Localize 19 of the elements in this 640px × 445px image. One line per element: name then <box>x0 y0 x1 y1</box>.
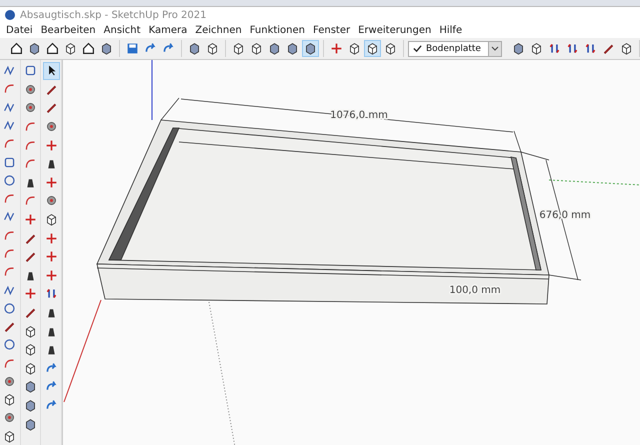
house-icon[interactable] <box>8 40 25 57</box>
cube-icon[interactable] <box>364 40 381 57</box>
menu-item[interactable]: Erweiterungen <box>354 25 436 36</box>
house-icon[interactable] <box>80 40 97 57</box>
menu-item[interactable]: Bearbeiten <box>36 25 100 36</box>
dimension-label: 100,0 mm <box>449 285 501 296</box>
menu-item[interactable]: Hilfe <box>435 25 466 36</box>
tag-dropdown[interactable]: Bodenplatte <box>408 40 502 56</box>
menu-item[interactable]: Funktionen <box>246 25 310 36</box>
cursor-icon[interactable] <box>42 62 60 80</box>
menu-item[interactable]: Zeichnen <box>191 25 246 36</box>
app-logo-icon <box>5 10 15 20</box>
window-title: Absaugtisch.skp - SketchUp Pro 2021 <box>20 10 206 20</box>
box-icon[interactable] <box>302 40 319 57</box>
menu-item[interactable]: Fenster <box>309 25 354 36</box>
menu-item[interactable]: Kamera <box>144 25 192 36</box>
menu-item[interactable]: Ansicht <box>100 25 145 36</box>
menu-item[interactable]: Datei <box>2 25 37 36</box>
house-icon[interactable] <box>44 40 61 57</box>
